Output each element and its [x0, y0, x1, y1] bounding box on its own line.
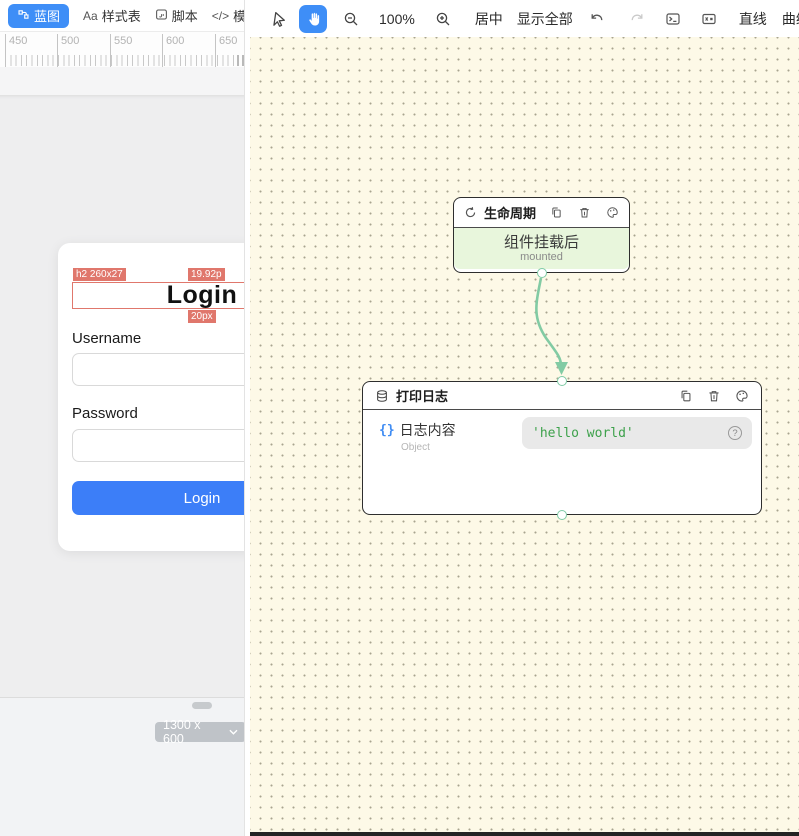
redo-button[interactable] [623, 5, 651, 33]
param-value: 'hello world' [532, 426, 728, 441]
param-type: Object [401, 442, 522, 453]
preview-resize-handle[interactable] [192, 702, 212, 709]
canvas-bottom-edge [250, 832, 799, 836]
node-lifecycle-header[interactable]: 生命周期 [454, 198, 629, 227]
object-braces-icon: {} [379, 423, 395, 438]
zoom-in-icon [435, 11, 451, 27]
redo-icon [629, 11, 645, 27]
cursor-icon [272, 11, 287, 27]
ruler-minor-ticks [5, 55, 246, 66]
inspector-tag-size-label: h2 260x27 [73, 268, 126, 281]
login-heading: Login [167, 281, 238, 310]
code-icon: </> [212, 9, 229, 23]
output-port[interactable] [537, 268, 547, 278]
undo-icon [589, 11, 605, 27]
username-label: Username [72, 330, 141, 347]
tab-script[interactable]: 脚本 [155, 4, 198, 28]
ruler-label: 550 [114, 35, 132, 47]
tab-stylesheet-label: 样式表 [102, 6, 141, 25]
trash-icon[interactable] [707, 389, 721, 403]
ruler-label: 600 [166, 35, 184, 47]
undo-button[interactable] [583, 5, 611, 33]
hand-icon [306, 11, 321, 27]
blueprint-icon [17, 8, 30, 24]
show-all-button[interactable]: 显示全部 [517, 9, 573, 29]
node-print-log-title: 打印日志 [396, 386, 448, 405]
input-port[interactable] [557, 376, 567, 386]
tab-blueprint-label: 蓝图 [34, 6, 60, 25]
center-button[interactable]: 居中 [475, 9, 503, 29]
curve-mode-button[interactable]: 曲线 [782, 9, 799, 29]
password-label: Password [72, 405, 138, 422]
app-window: 蓝图 Aa 样式表 脚本 </> 模板 450 500 550 600 650 … [0, 0, 799, 836]
straight-line-mode-button[interactable]: 直线 [739, 9, 767, 29]
zoom-in-button[interactable] [429, 5, 457, 33]
inspector-margin-top-label: 19.92p [188, 268, 225, 281]
panel-splitter[interactable] [244, 0, 250, 836]
ruler-label: 650 [219, 35, 237, 47]
viewport-size-label: 1300 x 600 [163, 718, 224, 746]
ruler-label: 450 [9, 35, 27, 47]
output-port[interactable] [557, 510, 567, 520]
palette-icon[interactable] [735, 389, 749, 403]
horizontal-ruler: 450 500 550 600 650 [0, 32, 246, 67]
console-panel-button[interactable] [659, 5, 687, 33]
username-field[interactable] [72, 353, 246, 386]
terminal-icon [665, 11, 681, 27]
lifecycle-icon [464, 206, 477, 219]
stylesheet-icon: Aa [83, 9, 98, 23]
splitter-grip-icon[interactable] [237, 55, 244, 66]
select-tool-button[interactable] [265, 5, 293, 33]
log-icon [375, 389, 389, 403]
ruler-label: 500 [61, 35, 79, 47]
help-icon[interactable]: ? [728, 426, 742, 440]
zoom-level-value[interactable]: 100% [379, 11, 415, 27]
node-print-log[interactable]: 打印日志 {} 日志内容 Object 'hello world' ? [362, 381, 762, 515]
variable-panel-icon [701, 11, 717, 27]
palette-icon[interactable] [606, 206, 619, 219]
tab-blueprint[interactable]: 蓝图 [8, 4, 69, 28]
preview-bottom-area: 1300 x 600 [0, 697, 246, 836]
copy-icon[interactable] [679, 389, 693, 403]
script-icon [155, 8, 168, 24]
node-lifecycle[interactable]: 生命周期 组件挂载后 mounted [453, 197, 630, 273]
tab-script-label: 脚本 [172, 6, 198, 25]
password-field[interactable] [72, 429, 246, 462]
tab-stylesheet[interactable]: Aa 样式表 [83, 4, 141, 28]
viewport-size-badge[interactable]: 1300 x 600 [155, 722, 246, 742]
lifecycle-event-subtitle: mounted [520, 251, 563, 264]
zoom-out-button[interactable] [337, 5, 365, 33]
copy-icon[interactable] [550, 206, 563, 219]
left-tab-bar: 蓝图 Aa 样式表 脚本 </> 模板 [0, 0, 246, 32]
pan-tool-button[interactable] [299, 5, 327, 33]
preview-top-gutter [0, 67, 246, 95]
lifecycle-event-block[interactable]: 组件挂载后 mounted [454, 227, 629, 269]
login-button[interactable]: Login [72, 481, 246, 515]
canvas-toolbar: 100% 居中 显示全部 直线 曲线 [250, 0, 799, 37]
inspector-margin-bottom-label: 20px [188, 310, 216, 323]
trash-icon[interactable] [578, 206, 591, 219]
node-lifecycle-title: 生命周期 [484, 203, 536, 222]
node-print-log-header[interactable]: 打印日志 [363, 382, 761, 410]
variable-panel-button[interactable] [695, 5, 723, 33]
lifecycle-event-title: 组件挂载后 [504, 234, 579, 251]
page-preview: h2 260x27 19.92p Login 20px Username Pas… [0, 95, 246, 697]
chevron-down-icon [229, 729, 238, 735]
param-value-input[interactable]: 'hello world' ? [522, 417, 752, 449]
login-card: h2 260x27 19.92p Login 20px Username Pas… [58, 243, 246, 551]
inspected-h2-outline[interactable]: Login [72, 282, 246, 309]
zoom-out-icon [343, 11, 359, 27]
param-label: 日志内容 [400, 420, 456, 440]
